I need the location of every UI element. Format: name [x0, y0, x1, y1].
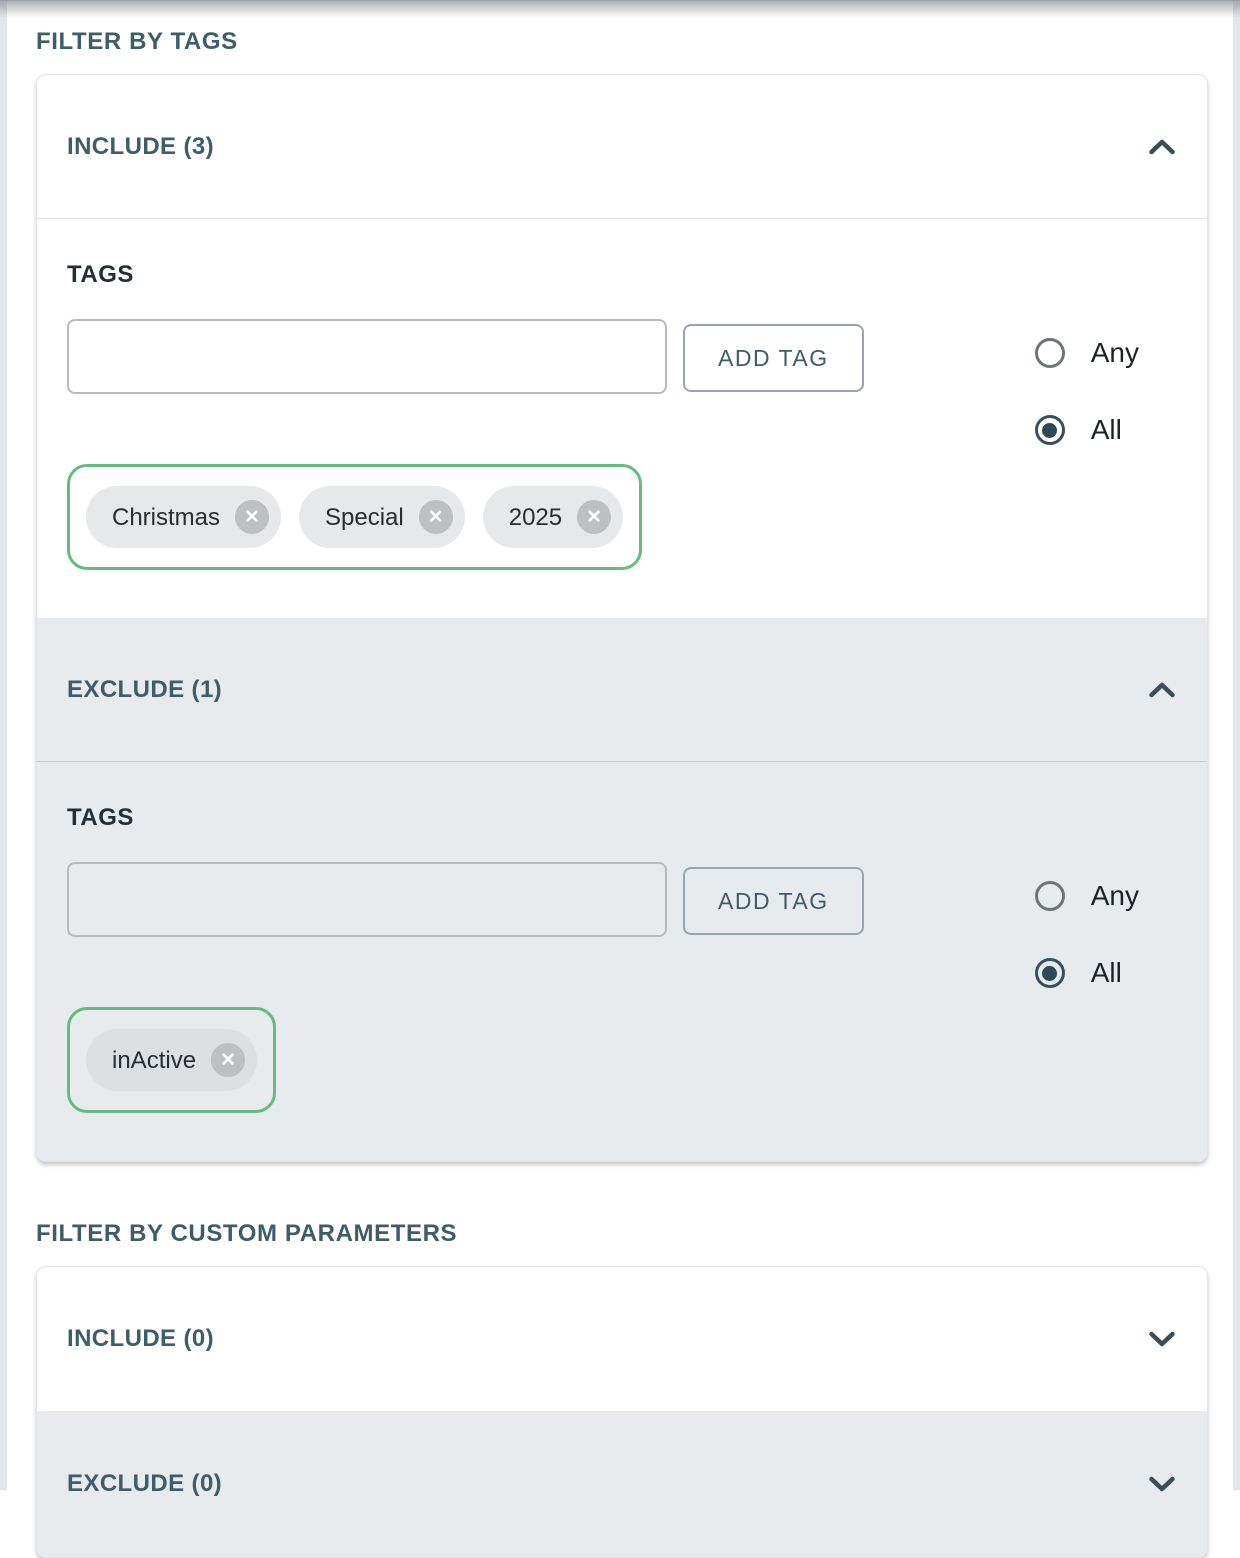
tags-exclude-add-tag-button[interactable]: ADD TAG — [683, 867, 864, 935]
tags-exclude-match-mode: Any All — [1035, 862, 1139, 989]
radio-unselected-icon — [1035, 338, 1065, 368]
tags-exclude-section-body: TAGS ADD TAG Any All inActive — [37, 761, 1207, 1161]
custom-params-exclude-section-header[interactable]: EXCLUDE (0) — [37, 1411, 1207, 1557]
tags-include-input[interactable] — [67, 319, 667, 394]
radio-selected-icon — [1035, 958, 1065, 988]
tags-exclude-input[interactable] — [67, 862, 667, 937]
top-scroll-shadow — [0, 0, 1240, 18]
radio-unselected-icon — [1035, 881, 1065, 911]
custom-params-include-section-header[interactable]: INCLUDE (0) — [37, 1267, 1207, 1411]
custom-parameters-filter-card: INCLUDE (0) EXCLUDE (0) — [36, 1266, 1208, 1558]
tags-include-tag-collection: Christmas ✕ Special ✕ 2025 ✕ — [67, 464, 642, 570]
chevron-down-icon[interactable] — [1149, 1331, 1175, 1347]
filters-panel: FILTER BY TAGS INCLUDE (3) TAGS ADD TAG … — [0, 0, 1240, 1558]
tag-pill: inActive ✕ — [86, 1029, 257, 1091]
tag-pill: Christmas ✕ — [86, 486, 281, 548]
chevron-up-icon[interactable] — [1149, 139, 1175, 155]
tags-include-match-all-label: All — [1091, 414, 1122, 446]
tags-include-match-mode: Any All — [1035, 319, 1139, 446]
tags-include-match-any-radio[interactable]: Any — [1035, 337, 1139, 369]
tag-pill-label: 2025 — [509, 504, 562, 531]
tags-include-section-header[interactable]: INCLUDE (3) — [37, 75, 1207, 218]
page-right-edge — [1233, 0, 1240, 1490]
custom-params-exclude-section-title: EXCLUDE (0) — [67, 1470, 222, 1498]
filter-by-custom-parameters-heading: FILTER BY CUSTOM PARAMETERS — [36, 1220, 1208, 1248]
tags-include-section-body: TAGS ADD TAG Any All Christmas — [37, 218, 1207, 618]
chevron-up-icon[interactable] — [1149, 682, 1175, 698]
tag-pill-label: Special — [325, 504, 404, 531]
remove-tag-icon[interactable]: ✕ — [211, 1043, 245, 1077]
custom-params-include-section-title: INCLUDE (0) — [67, 1325, 214, 1353]
tags-include-add-tag-button[interactable]: ADD TAG — [683, 324, 864, 392]
tags-exclude-label: TAGS — [67, 806, 1177, 830]
tags-include-match-any-label: Any — [1091, 337, 1139, 369]
tags-include-section-title: INCLUDE (3) — [67, 133, 214, 161]
remove-tag-icon[interactable]: ✕ — [577, 500, 611, 534]
tags-exclude-tag-collection: inActive ✕ — [67, 1007, 276, 1113]
tags-exclude-section-title: EXCLUDE (1) — [67, 676, 222, 704]
tag-pill-label: Christmas — [112, 504, 220, 531]
tags-exclude-match-any-label: Any — [1091, 880, 1139, 912]
tags-include-controls: ADD TAG Any All — [67, 319, 1177, 446]
tags-exclude-match-any-radio[interactable]: Any — [1035, 880, 1139, 912]
page-left-edge — [0, 0, 7, 1490]
tags-exclude-match-all-label: All — [1091, 957, 1122, 989]
tags-filter-card: INCLUDE (3) TAGS ADD TAG Any All — [36, 74, 1208, 1162]
tags-exclude-match-all-radio[interactable]: All — [1035, 957, 1139, 989]
remove-tag-icon[interactable]: ✕ — [235, 500, 269, 534]
tag-pill: 2025 ✕ — [483, 486, 623, 548]
filter-by-tags-heading: FILTER BY TAGS — [36, 28, 1208, 56]
tags-include-match-all-radio[interactable]: All — [1035, 414, 1139, 446]
tags-include-label: TAGS — [67, 263, 1177, 287]
tags-exclude-section-header[interactable]: EXCLUDE (1) — [37, 618, 1207, 761]
tags-exclude-controls: ADD TAG Any All — [67, 862, 1177, 989]
remove-tag-icon[interactable]: ✕ — [419, 500, 453, 534]
tag-pill-label: inActive — [112, 1047, 196, 1074]
tag-pill: Special ✕ — [299, 486, 465, 548]
radio-selected-icon — [1035, 415, 1065, 445]
